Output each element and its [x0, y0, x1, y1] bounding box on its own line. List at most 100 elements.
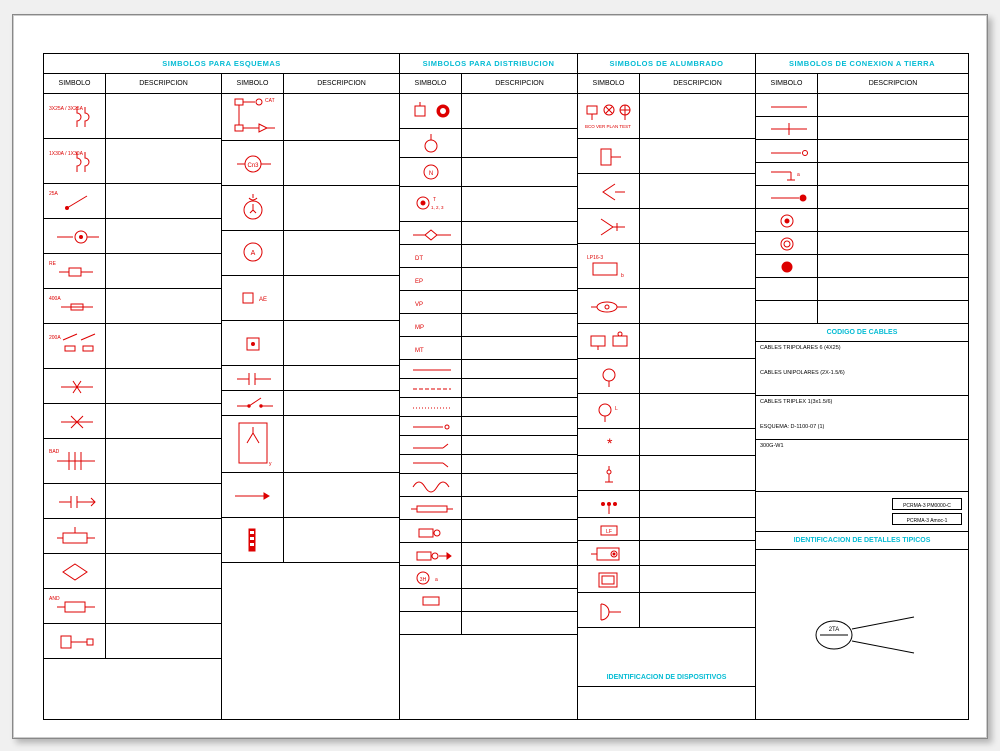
table-row: L: [578, 394, 755, 429]
hdr-descripcion: DESCRIPCION: [462, 74, 577, 93]
symbol-cell: 200A: [44, 324, 106, 368]
symbol-cell: [400, 94, 462, 128]
symbol-cell: [400, 379, 462, 397]
description-cell: [640, 593, 755, 627]
svg-text:3H: 3H: [419, 577, 426, 583]
description-cell: [640, 429, 755, 455]
description-cell: [640, 174, 755, 208]
symbol-cell: [400, 612, 462, 634]
description-cell: [462, 520, 577, 542]
svg-text:BCO VER PLAN TEST: BCO VER PLAN TEST: [585, 124, 631, 129]
cad-symbol-icon: [403, 615, 459, 631]
cad-symbol-icon: [759, 304, 815, 320]
symbol-cell: [400, 436, 462, 454]
hdr-simbolo: SIMBOLO: [756, 74, 818, 93]
table-row: [400, 129, 577, 158]
table-row: AE: [222, 276, 399, 321]
cad-symbol-icon: L: [581, 398, 637, 424]
table-row: [222, 391, 399, 416]
table-row: [400, 222, 577, 245]
description-cell: [284, 186, 399, 230]
description-cell: [462, 543, 577, 565]
description-cell: [106, 184, 221, 218]
description-cell: [106, 139, 221, 183]
cad-symbol-icon: LF: [581, 519, 637, 539]
symbol-cell: [756, 278, 818, 300]
cad-symbol-icon: [47, 223, 103, 249]
description-cell: [462, 589, 577, 611]
table-row: [400, 436, 577, 455]
description-cell: [106, 369, 221, 403]
description-cell: [462, 129, 577, 157]
detail-symbol-area: 2TA: [756, 550, 968, 719]
table-row: [578, 174, 755, 209]
cad-symbol-icon: AE: [225, 283, 281, 313]
description-cell: [818, 278, 968, 300]
cad-symbol-icon: 200A: [47, 332, 103, 360]
description-cell: [462, 497, 577, 519]
symbol-cell: MP: [400, 314, 462, 336]
symbol-cell: CAT: [222, 94, 284, 140]
badge-icon: PCRMA-3 PM0000-C: [892, 498, 962, 510]
description-cell: [106, 519, 221, 553]
description-cell: [106, 254, 221, 288]
description-cell: [640, 394, 755, 428]
svg-text:LF: LF: [606, 529, 612, 535]
cad-symbol-icon: LP16-3b: [581, 251, 637, 281]
drawing-sheet: SIMBOLOS PARA ESQUEMAS . SIMBOLO DESCRIP…: [12, 14, 988, 739]
table-row: 3X25A / 3X25A: [44, 94, 221, 139]
description-cell: [818, 232, 968, 254]
table-row: LF: [578, 518, 755, 541]
description-cell: [462, 94, 577, 128]
description-cell: [462, 417, 577, 435]
description-cell: [462, 566, 577, 588]
symbol-cell: [400, 222, 462, 244]
table-row: [756, 140, 968, 163]
cad-symbol-icon: [403, 475, 459, 495]
svg-text:MP: MP: [415, 325, 424, 331]
header-row: SIMBOLO DESCRIPCION: [400, 74, 577, 94]
table-row: [400, 94, 577, 129]
cad-symbol-icon: EP: [403, 269, 459, 289]
cad-symbol-icon: [403, 98, 459, 124]
cad-symbol-icon: [759, 256, 815, 276]
svg-text:N: N: [428, 171, 432, 177]
symbol-cell: [578, 209, 640, 243]
symbol-cell: [400, 520, 462, 542]
description-cell: [106, 94, 221, 138]
hdr-descripcion: DESCRIPCION: [106, 74, 221, 93]
description-cell: [640, 139, 755, 173]
description-cell: [284, 231, 399, 275]
description-cell: [106, 219, 221, 253]
cad-symbol-icon: 25A: [47, 188, 103, 214]
table-row: [578, 209, 755, 244]
description-cell: [640, 541, 755, 565]
description-cell: [640, 359, 755, 393]
table-row: VP: [400, 291, 577, 314]
svg-text:LP16-3: LP16-3: [587, 255, 603, 261]
cad-symbol-icon: MT: [403, 338, 459, 358]
table-row: BAD: [44, 439, 221, 484]
symbol-cell: [400, 589, 462, 611]
cad-symbol-icon: [581, 328, 637, 354]
description-cell: [462, 612, 577, 634]
badge-icon: PCRMA-3 Amoc-1: [892, 513, 962, 525]
description-cell: [462, 360, 577, 378]
svg-text:2TA: 2TA: [829, 627, 840, 633]
description-cell: [462, 398, 577, 416]
symbol-cell: LP16-3b: [578, 244, 640, 288]
cable-note: CABLES TRIPOLARES 6 (4X25): [760, 345, 964, 352]
svg-text:25A: 25A: [49, 191, 59, 197]
symbol-cell: *: [578, 429, 640, 455]
description-cell: [106, 324, 221, 368]
symbol-cell: [756, 301, 818, 323]
cad-symbol-icon: CAT: [225, 95, 281, 139]
symbol-cell: N: [400, 158, 462, 186]
badge-block: PCRMA-3 PM0000-C PCRMA-3 Amoc-1: [756, 492, 968, 532]
table-row: [756, 301, 968, 324]
cad-symbol-icon: [47, 373, 103, 399]
cad-symbol-icon: [225, 192, 281, 224]
symbol-cell: [400, 360, 462, 378]
symbol-cell: L: [578, 394, 640, 428]
cad-symbol-icon: [581, 178, 637, 204]
